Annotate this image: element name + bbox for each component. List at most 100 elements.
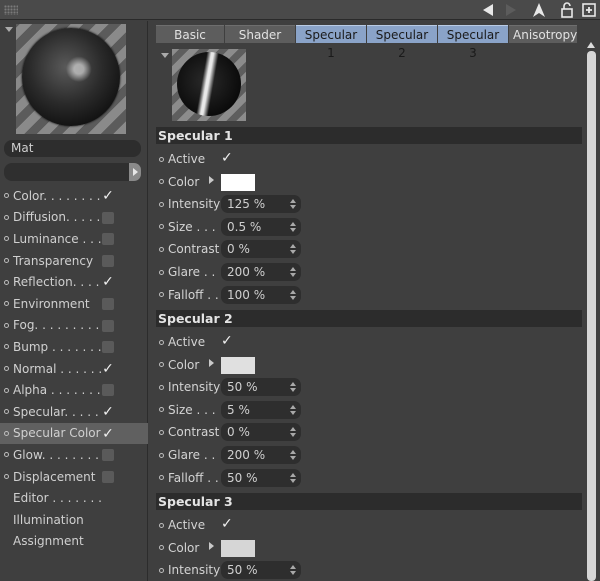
intensity-input[interactable]: 50 % <box>221 378 301 397</box>
section-header[interactable]: Specular 2 <box>156 310 582 327</box>
spinner-arrows-icon[interactable] <box>290 427 296 438</box>
channel-item[interactable]: Color. . . . . . . . ✓ <box>0 185 148 207</box>
channel-checkbox[interactable] <box>102 341 114 354</box>
channel-checkbox[interactable] <box>102 449 114 462</box>
vertical-scrollbar[interactable] <box>585 42 598 581</box>
cursor-up-icon[interactable] <box>531 2 547 18</box>
color-swatch[interactable] <box>221 539 255 557</box>
tab-shader[interactable]: Shader <box>225 25 295 43</box>
param-dot-icon[interactable] <box>159 545 164 551</box>
channel-checkbox[interactable]: ✓ <box>102 427 114 441</box>
channel-item[interactable]: Illumination <box>0 509 148 531</box>
spinner-arrows-icon[interactable] <box>290 199 296 210</box>
channel-item[interactable]: Alpha . . . . . . . <box>0 379 148 401</box>
spinner-arrows-icon[interactable] <box>290 221 296 232</box>
channel-item[interactable]: Specular Color ✓ <box>0 422 148 445</box>
spinner-arrows-icon[interactable] <box>290 565 296 576</box>
channel-item[interactable]: Glow. . . . . . . . <box>0 444 148 466</box>
channel-item[interactable]: Diffusion. . . . . <box>0 207 148 229</box>
param-dot-icon[interactable] <box>159 292 164 298</box>
param-dot-icon[interactable] <box>159 452 164 458</box>
channel-item[interactable]: Displacement <box>0 466 148 488</box>
expand-arrow-icon[interactable] <box>209 175 214 184</box>
param-dot-icon[interactable] <box>159 224 164 230</box>
param-dot-icon[interactable] <box>159 362 164 368</box>
spinner-arrows-icon[interactable] <box>290 472 296 483</box>
size-input[interactable]: 0.5 % <box>221 217 301 236</box>
contrast-input[interactable]: 0 % <box>221 240 301 259</box>
tab-specular-1[interactable]: Specular 1 <box>296 25 366 60</box>
spinner-arrows-icon[interactable] <box>290 289 296 300</box>
channel-checkbox[interactable] <box>102 319 114 332</box>
forward-arrow-icon[interactable] <box>503 2 519 18</box>
color-swatch[interactable] <box>221 173 255 191</box>
size-input[interactable]: 5 % <box>221 400 301 419</box>
channel-checkbox[interactable] <box>102 211 114 224</box>
scroll-up-arrow-icon[interactable] <box>587 42 595 48</box>
section-header[interactable]: Specular 3 <box>156 493 582 510</box>
material-preview[interactable] <box>16 24 126 134</box>
active-checkbox[interactable]: ✓ <box>221 150 233 166</box>
channel-item[interactable]: Specular. . . . . ✓ <box>0 401 148 423</box>
channel-item[interactable]: Environment <box>0 293 148 315</box>
channel-checkbox[interactable]: ✓ <box>102 362 114 376</box>
spinner-arrows-icon[interactable] <box>290 450 296 460</box>
intensity-input[interactable]: 50 % <box>221 561 301 580</box>
contrast-input[interactable]: 0 % <box>221 423 301 442</box>
param-dot-icon[interactable] <box>159 429 164 435</box>
param-dot-icon[interactable] <box>159 475 164 481</box>
spinner-arrows-icon[interactable] <box>290 382 296 393</box>
falloff-input[interactable]: 100 % <box>221 285 301 304</box>
material-name-field[interactable]: Mat <box>4 140 141 157</box>
material-link-field[interactable] <box>4 163 141 181</box>
spinner-arrows-icon[interactable] <box>290 404 296 415</box>
channel-item[interactable]: Bump . . . . . . . <box>0 336 148 358</box>
intensity-input[interactable]: 125 % <box>221 195 301 214</box>
tab-specular-3[interactable]: Specular 3 <box>438 25 508 60</box>
channel-checkbox[interactable] <box>102 384 114 397</box>
tab-anisotropy[interactable]: Anisotropy <box>509 25 577 43</box>
active-checkbox[interactable]: ✓ <box>221 333 233 349</box>
channel-checkbox[interactable] <box>102 233 114 246</box>
param-dot-icon[interactable] <box>159 567 164 573</box>
channel-checkbox[interactable]: ✓ <box>102 405 114 419</box>
color-swatch[interactable] <box>221 356 255 374</box>
glare-input[interactable]: 200 % <box>221 263 301 281</box>
expand-arrow-icon[interactable] <box>209 541 214 550</box>
link-arrow-button[interactable] <box>129 163 141 181</box>
param-dot-icon[interactable] <box>159 522 164 528</box>
active-checkbox[interactable]: ✓ <box>221 516 233 532</box>
channel-checkbox[interactable]: ✓ <box>102 275 114 289</box>
add-window-icon[interactable] <box>581 2 597 18</box>
spinner-arrows-icon[interactable] <box>290 267 296 277</box>
channel-item[interactable]: Fog. . . . . . . . . <box>0 315 148 337</box>
collapse-arrow-icon[interactable] <box>5 27 13 32</box>
param-dot-icon[interactable] <box>159 246 164 252</box>
channel-item[interactable]: Transparency <box>0 250 148 272</box>
param-dot-icon[interactable] <box>159 384 164 390</box>
channel-checkbox[interactable]: ✓ <box>102 189 114 203</box>
param-dot-icon[interactable] <box>159 339 164 345</box>
glare-input[interactable]: 200 % <box>221 446 301 464</box>
param-dot-icon[interactable] <box>159 269 164 275</box>
channel-item[interactable]: Assignment <box>0 531 148 553</box>
back-arrow-icon[interactable] <box>480 2 496 18</box>
channel-checkbox[interactable] <box>102 297 114 310</box>
scrollbar-thumb[interactable] <box>587 51 596 581</box>
param-dot-icon[interactable] <box>159 156 164 162</box>
param-dot-icon[interactable] <box>159 179 164 185</box>
param-dot-icon[interactable] <box>159 201 164 207</box>
grip-icon[interactable] <box>4 5 18 15</box>
expand-arrow-icon[interactable] <box>209 358 214 367</box>
channel-checkbox[interactable] <box>102 470 114 483</box>
channel-item[interactable]: Normal . . . . . . ✓ <box>0 358 148 380</box>
channel-checkbox[interactable] <box>102 254 114 267</box>
param-dot-icon[interactable] <box>159 407 164 413</box>
tab-specular-2[interactable]: Specular 2 <box>367 25 437 60</box>
channel-item[interactable]: Editor . . . . . . . <box>0 487 148 509</box>
spinner-arrows-icon[interactable] <box>290 244 296 255</box>
channel-item[interactable]: Luminance . . . <box>0 228 148 250</box>
collapse-preview-arrow-icon[interactable] <box>161 53 169 58</box>
channel-item[interactable]: Reflection. . . . ✓ <box>0 271 148 293</box>
lock-icon[interactable] <box>559 2 575 18</box>
